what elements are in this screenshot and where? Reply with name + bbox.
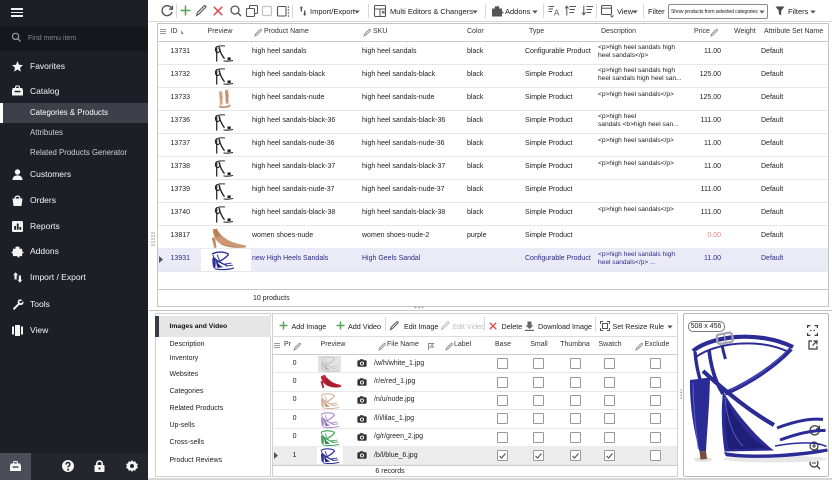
svg-text:A: A: [554, 9, 560, 18]
